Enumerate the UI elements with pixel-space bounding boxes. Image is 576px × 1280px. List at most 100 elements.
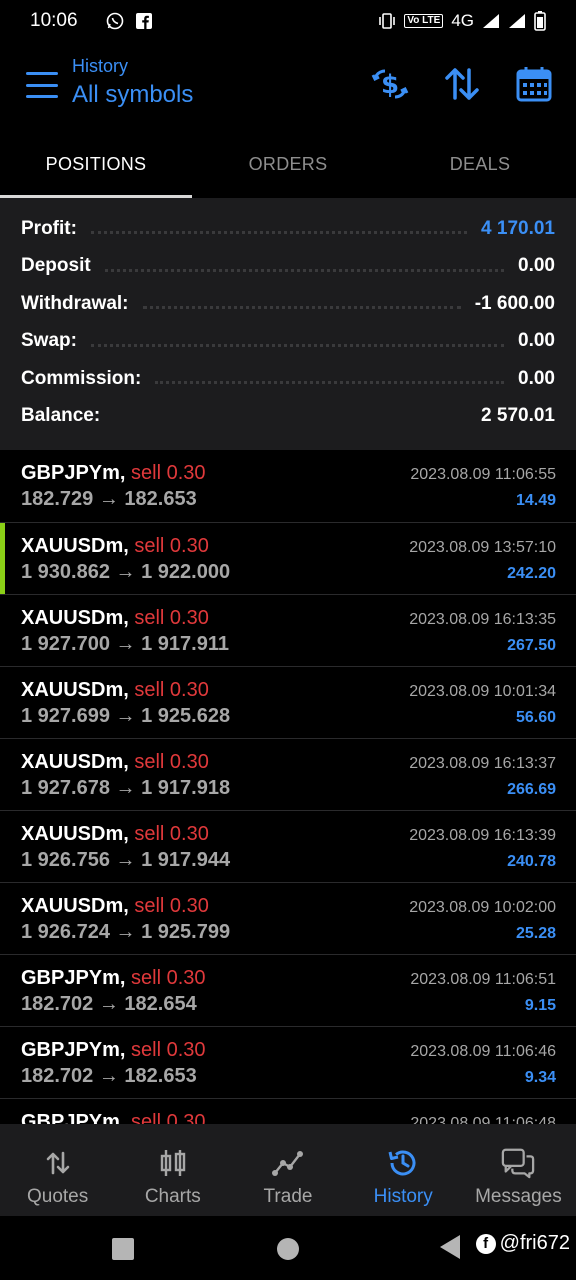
recent-apps-button[interactable]: [112, 1238, 134, 1260]
deal-type: sell 0.30: [134, 823, 209, 845]
deal-symbol: XAUUSDm,: [21, 679, 129, 701]
list-item[interactable]: GBPJPYm, sell 0.30 182.729 → 182.653 202…: [0, 450, 576, 522]
deposit-label: Deposit: [21, 255, 91, 277]
history-icon: [386, 1146, 420, 1180]
nav-messages[interactable]: Messages: [461, 1124, 576, 1216]
summary-commission-row: Commission: 0.00: [21, 360, 555, 398]
deal-symbol: XAUUSDm,: [21, 607, 129, 629]
deal-symbol: XAUUSDm,: [21, 823, 129, 845]
trade-icon: [271, 1146, 305, 1180]
status-bar: 10:06 Vo LTE 4G: [0, 0, 576, 42]
deal-prices: 182.702 → 182.653: [21, 1065, 197, 1087]
signal-icon-2: [508, 13, 526, 29]
commission-label: Commission:: [21, 367, 142, 389]
list-item[interactable]: GBPJPYm, sell 0.30 182.702 → 182.653 202…: [0, 1026, 576, 1098]
deal-header: XAUUSDm, sell 0.30: [21, 535, 209, 558]
watermark-text: @fri672: [499, 1232, 570, 1254]
facebook-logo-icon: f: [475, 1233, 496, 1254]
sort-icon[interactable]: [442, 64, 482, 104]
list-item[interactable]: XAUUSDm, sell 0.30 1 927.700 → 1 917.911…: [0, 594, 576, 666]
nav-charts-label: Charts: [144, 1186, 201, 1207]
volte-icon: Vo LTE: [404, 14, 444, 28]
calendar-icon[interactable]: [514, 64, 554, 104]
nav-history-label: History: [373, 1186, 433, 1207]
deal-prices: 1 930.862 → 1 922.000: [21, 561, 231, 583]
dotted-leader: [90, 343, 505, 347]
dotted-leader: [155, 381, 505, 385]
withdrawal-value: -1 600.00: [474, 292, 555, 314]
header-titles: History All symbols: [72, 56, 193, 109]
list-item[interactable]: XAUUSDm, sell 0.30 1 930.862 → 1 922.000…: [0, 522, 576, 594]
deal-header: GBPJPYm, sell 0.30: [21, 1039, 206, 1062]
charts-icon: [156, 1146, 190, 1180]
list-item[interactable]: GBPJPYm, sell 0.30 182.702 → 182.654 202…: [0, 954, 576, 1026]
deal-symbol: GBPJPYm,: [21, 1111, 126, 1124]
nav-trade-label: Trade: [263, 1186, 313, 1207]
deal-profit: 9.15: [524, 997, 556, 1014]
deal-time: 2023.08.09 16:13:35: [409, 611, 556, 628]
tab-orders[interactable]: ORDERS: [192, 134, 384, 198]
deal-prices: 1 926.756 → 1 917.944: [21, 849, 231, 871]
facebook-icon: [135, 13, 152, 29]
deal-type: sell 0.30: [131, 1111, 206, 1124]
balance-value: 2 570.01: [481, 405, 555, 427]
nav-quotes[interactable]: Quotes: [0, 1124, 115, 1216]
account-summary: Profit: 4 170.01 Deposit 0.00 Withdrawal…: [0, 198, 576, 450]
status-time: 10:06: [30, 10, 78, 31]
deal-header: GBPJPYm, sell 0.30: [21, 1111, 206, 1124]
nav-messages-label: Messages: [475, 1186, 562, 1207]
system-navigation-bar: f @fri672: [0, 1216, 576, 1280]
list-item[interactable]: GBPJPYm, sell 0.30 2023.08.09 11:06:48: [0, 1098, 576, 1124]
commission-value: 0.00: [518, 367, 555, 389]
status-bar-right: Vo LTE 4G: [378, 11, 546, 31]
dotted-leader: [104, 268, 505, 272]
deal-header: GBPJPYm, sell 0.30: [21, 462, 206, 485]
app-header: History All symbols $: [0, 42, 576, 134]
summary-deposit-row: Deposit 0.00: [21, 248, 555, 286]
deal-time: 2023.08.09 11:06:46: [410, 1043, 556, 1060]
dollar-exchange-icon[interactable]: $: [370, 64, 410, 104]
deal-time: 2023.08.09 11:06:55: [410, 466, 556, 483]
deal-time: 2023.08.09 16:13:37: [409, 755, 556, 772]
whatsapp-icon: [106, 12, 124, 30]
watermark: f @fri672: [475, 1232, 570, 1255]
nav-history[interactable]: History: [346, 1124, 461, 1216]
dotted-leader: [90, 231, 468, 235]
tab-deals[interactable]: DEALS: [384, 134, 576, 198]
deal-header: XAUUSDm, sell 0.30: [21, 823, 209, 846]
summary-swap-row: Swap: 0.00: [21, 323, 555, 361]
nav-trade[interactable]: Trade: [230, 1124, 345, 1216]
status-bar-left: 10:06: [30, 10, 152, 32]
deal-header: GBPJPYm, sell 0.30: [21, 967, 206, 990]
list-item[interactable]: XAUUSDm, sell 0.30 1 927.678 → 1 917.918…: [0, 738, 576, 810]
dotted-leader: [142, 306, 461, 310]
tab-positions[interactable]: POSITIONS: [0, 134, 192, 198]
deposit-value: 0.00: [518, 255, 555, 277]
deal-symbol: XAUUSDm,: [21, 535, 129, 557]
deal-profit: 25.28: [515, 925, 556, 942]
back-button[interactable]: [440, 1235, 460, 1259]
deal-prices: 1 927.678 → 1 917.918: [21, 777, 231, 799]
deal-list[interactable]: GBPJPYm, sell 0.30 182.729 → 182.653 202…: [0, 450, 576, 1124]
withdrawal-label: Withdrawal:: [21, 292, 129, 314]
hamburger-menu-icon[interactable]: [26, 72, 58, 98]
home-button[interactable]: [277, 1238, 299, 1260]
header-subtitle: History: [72, 56, 129, 76]
deal-profit: 14.49: [515, 492, 556, 509]
deal-time: 2023.08.09 11:06:48: [410, 1115, 556, 1124]
deal-type: sell 0.30: [134, 679, 209, 701]
swap-label: Swap:: [21, 330, 77, 352]
deal-profit: 9.34: [524, 1069, 556, 1086]
deal-header: XAUUSDm, sell 0.30: [21, 679, 209, 702]
deal-header: XAUUSDm, sell 0.30: [21, 607, 209, 630]
symbol-filter-title[interactable]: All symbols: [72, 81, 193, 109]
balance-label: Balance:: [21, 405, 101, 427]
list-item[interactable]: XAUUSDm, sell 0.30 1 927.699 → 1 925.628…: [0, 666, 576, 738]
history-tabs: POSITIONS ORDERS DEALS: [0, 134, 576, 198]
deal-prices: 182.702 → 182.654: [21, 993, 197, 1015]
list-item[interactable]: XAUUSDm, sell 0.30 1 926.724 → 1 925.799…: [0, 882, 576, 954]
nav-charts[interactable]: Charts: [115, 1124, 230, 1216]
quotes-icon: [41, 1146, 75, 1180]
vibrate-icon: [378, 13, 396, 29]
list-item[interactable]: XAUUSDm, sell 0.30 1 926.756 → 1 917.944…: [0, 810, 576, 882]
